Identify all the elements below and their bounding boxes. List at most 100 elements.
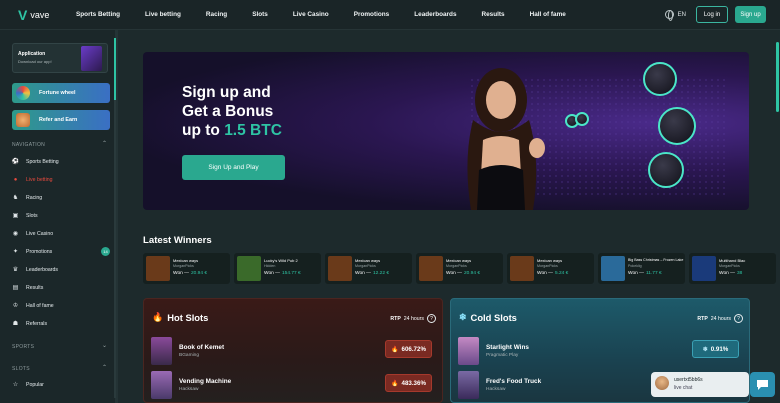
app-download-card[interactable]: Application Download our app! [12, 43, 108, 73]
vave-logo[interactable]: V vave [18, 7, 74, 23]
sidebar-item-slots[interactable]: ▣ Slots [12, 212, 112, 220]
winner-provider: Hidden [264, 264, 276, 268]
app-title: Application [18, 51, 46, 57]
hero-title-prefix: up to [182, 122, 225, 139]
winner-won-label: Won — [628, 271, 644, 276]
chip-icon: ◉ [12, 231, 19, 237]
nav-results[interactable]: Results [482, 11, 505, 18]
winner-card[interactable]: Mexican ways MorganPicks Won — 20.94 € [143, 253, 230, 284]
refer-earn-tile[interactable]: Refer and Earn [12, 110, 110, 130]
winner-card[interactable]: Lucky's Wild Pub 2 Hidden Won — 154.77 € [234, 253, 321, 284]
hero-banner[interactable]: Sign up and Get a Bonus up to 1.5 BTC Si… [143, 52, 749, 210]
sidebar-item-label: Referrals [26, 320, 48, 327]
signup-button[interactable]: Sign up [735, 6, 766, 23]
page-scrollbar-thumb[interactable] [776, 42, 779, 112]
sidebar-scrollbar-thumb[interactable] [114, 38, 116, 100]
hot-slots-title-text: Hot Slots [167, 312, 209, 323]
header-actions: EN Log in Sign up [664, 6, 766, 23]
slot-name: Starlight Wins [486, 344, 529, 351]
rtp-badge: ❄ 0.91% [692, 340, 739, 358]
slot-icon: ▣ [12, 213, 19, 219]
sidebar-item-sports-betting[interactable]: ⚽ Sports Betting [11, 158, 112, 166]
hero-title-line-3: up to 1.5 BTC [182, 121, 422, 140]
winner-provider: Pokeklig [628, 264, 642, 268]
nav-slots[interactable]: Slots [252, 11, 268, 18]
question-mark-icon[interactable]: ? [734, 314, 743, 323]
winner-card[interactable]: Mexican ways MorganPicks Won — 20.94 € [416, 253, 503, 284]
chevron-up-icon[interactable]: ⌃ [102, 364, 107, 371]
game-thumbnail [146, 256, 170, 281]
winner-game-name: Mexican ways [355, 258, 381, 263]
question-mark-icon[interactable]: ? [427, 314, 436, 323]
nav-hall-of-fame[interactable]: Hall of fame [530, 11, 566, 18]
winner-card[interactable]: Multihand Blac MorganPicks Won — 38 [689, 253, 776, 284]
winner-game-name: Big Bass Christmas – Frozen Lake [628, 258, 684, 262]
slot-provider: Hacksaw [179, 387, 199, 392]
cold-slots-title: ❄ Cold Slots [459, 312, 517, 323]
rtp-value: 483.36% [401, 379, 426, 387]
sidebar-item-label: Live betting [26, 176, 53, 183]
slot-thumbnail [151, 371, 172, 399]
slot-row[interactable]: Starlight Wins Pragmatic Play ❄ 0.91% [458, 337, 744, 367]
fortune-wheel-tile[interactable]: Fortune wheel [12, 83, 110, 103]
game-thumbnail [237, 256, 261, 281]
winner-game-name: Mexican ways [173, 258, 199, 263]
rtp-header: RTP 24 hours ? [390, 314, 436, 323]
nav-promotions[interactable]: Promotions [354, 11, 390, 18]
live-chat-popup[interactable]: usertxt5bb6s live chat [651, 372, 749, 397]
slot-row[interactable]: Vending Machine Hacksaw 🔥 483.36% [151, 371, 437, 401]
sidebar-item-popular[interactable]: ☆ Popular [12, 381, 112, 389]
nav-sports-betting[interactable]: Sports Betting [76, 11, 120, 18]
star-icon: ☆ [12, 382, 19, 388]
sidebar-item-results[interactable]: ▤ Results [12, 284, 112, 292]
hot-slots-title: 🔥 Hot Slots [152, 312, 208, 323]
results-icon: ▤ [12, 285, 19, 291]
nav-leaderboards[interactable]: Leaderboards [414, 11, 456, 18]
bitcoin-coin-icon [643, 62, 677, 96]
sidebar-item-live-betting[interactable]: ● Live betting [12, 176, 112, 183]
snowflake-icon: ❄ [702, 346, 708, 353]
winners-carousel[interactable]: Mexican ways MorganPicks Won — 20.94 € L… [143, 253, 780, 284]
chat-button[interactable] [750, 372, 775, 397]
slot-provider: BGaming [179, 353, 199, 358]
slot-row[interactable]: Book of Kemet BGaming 🔥 606.72% [151, 337, 437, 367]
sidebar-item-live-casino[interactable]: ◉ Live Casino [12, 230, 112, 238]
avatar [655, 376, 669, 390]
winner-won-label: Won — [719, 271, 735, 276]
chevron-down-icon[interactable]: ⌄ [102, 342, 107, 349]
nav-racing[interactable]: Racing [206, 11, 227, 18]
slot-thumbnail [458, 371, 479, 399]
crown-icon: ♔ [12, 303, 19, 309]
sidebar-item-racing[interactable]: ♞ Racing [12, 194, 112, 202]
promotions-count-badge: 14 [101, 247, 110, 256]
login-button[interactable]: Log in [696, 6, 728, 23]
winner-game-name: Multihand Blac [719, 258, 746, 263]
sidebar-item-label: Promotions [26, 248, 53, 255]
chevron-up-icon[interactable]: ⌃ [102, 140, 107, 147]
slot-thumbnail [458, 337, 479, 365]
winner-card[interactable]: Big Bass Christmas – Frozen Lake Pokekli… [598, 253, 685, 284]
sidebar-item-label: Hall of fame [26, 302, 54, 309]
sidebar-item-leaderboards[interactable]: ♛ Leaderboards [12, 266, 112, 274]
nav-live-casino[interactable]: Live Casino [293, 11, 329, 18]
winner-amount: 5.24 € [555, 271, 569, 276]
sidebar-item-promotions[interactable]: ✦ Promotions 14 [12, 247, 112, 256]
winner-amount: 38 [737, 271, 743, 276]
winner-amount: 20.94 € [464, 271, 481, 276]
sidebar-item-referrals[interactable]: ☗ Referrals [12, 320, 112, 328]
nav-live-betting[interactable]: Live betting [145, 11, 181, 18]
sidebar-item-label: Slots [26, 212, 38, 219]
winner-card[interactable]: Mexican ways MorganPicks Won — 12.22 € [325, 253, 412, 284]
winner-card[interactable]: Mexican ways MorganPicks Won — 5.24 € [507, 253, 594, 284]
sidebar-item-hall-of-fame[interactable]: ♔ Hall of fame [12, 302, 112, 310]
hero-signup-button[interactable]: Sign Up and Play [182, 155, 285, 180]
language-selector[interactable]: EN [664, 10, 686, 21]
snowflake-icon: ❄ [459, 312, 467, 322]
sidebar-item-label: Popular [26, 381, 44, 388]
slot-thumbnail [151, 337, 172, 365]
slot-name: Book of Kemet [179, 344, 225, 351]
logo-text: vave [30, 9, 50, 20]
app-subtitle: Download our app! [18, 59, 52, 64]
main-nav: Sports Betting Live betting Racing Slots… [74, 11, 591, 18]
soccer-ball-icon: ⚽ [11, 159, 20, 165]
